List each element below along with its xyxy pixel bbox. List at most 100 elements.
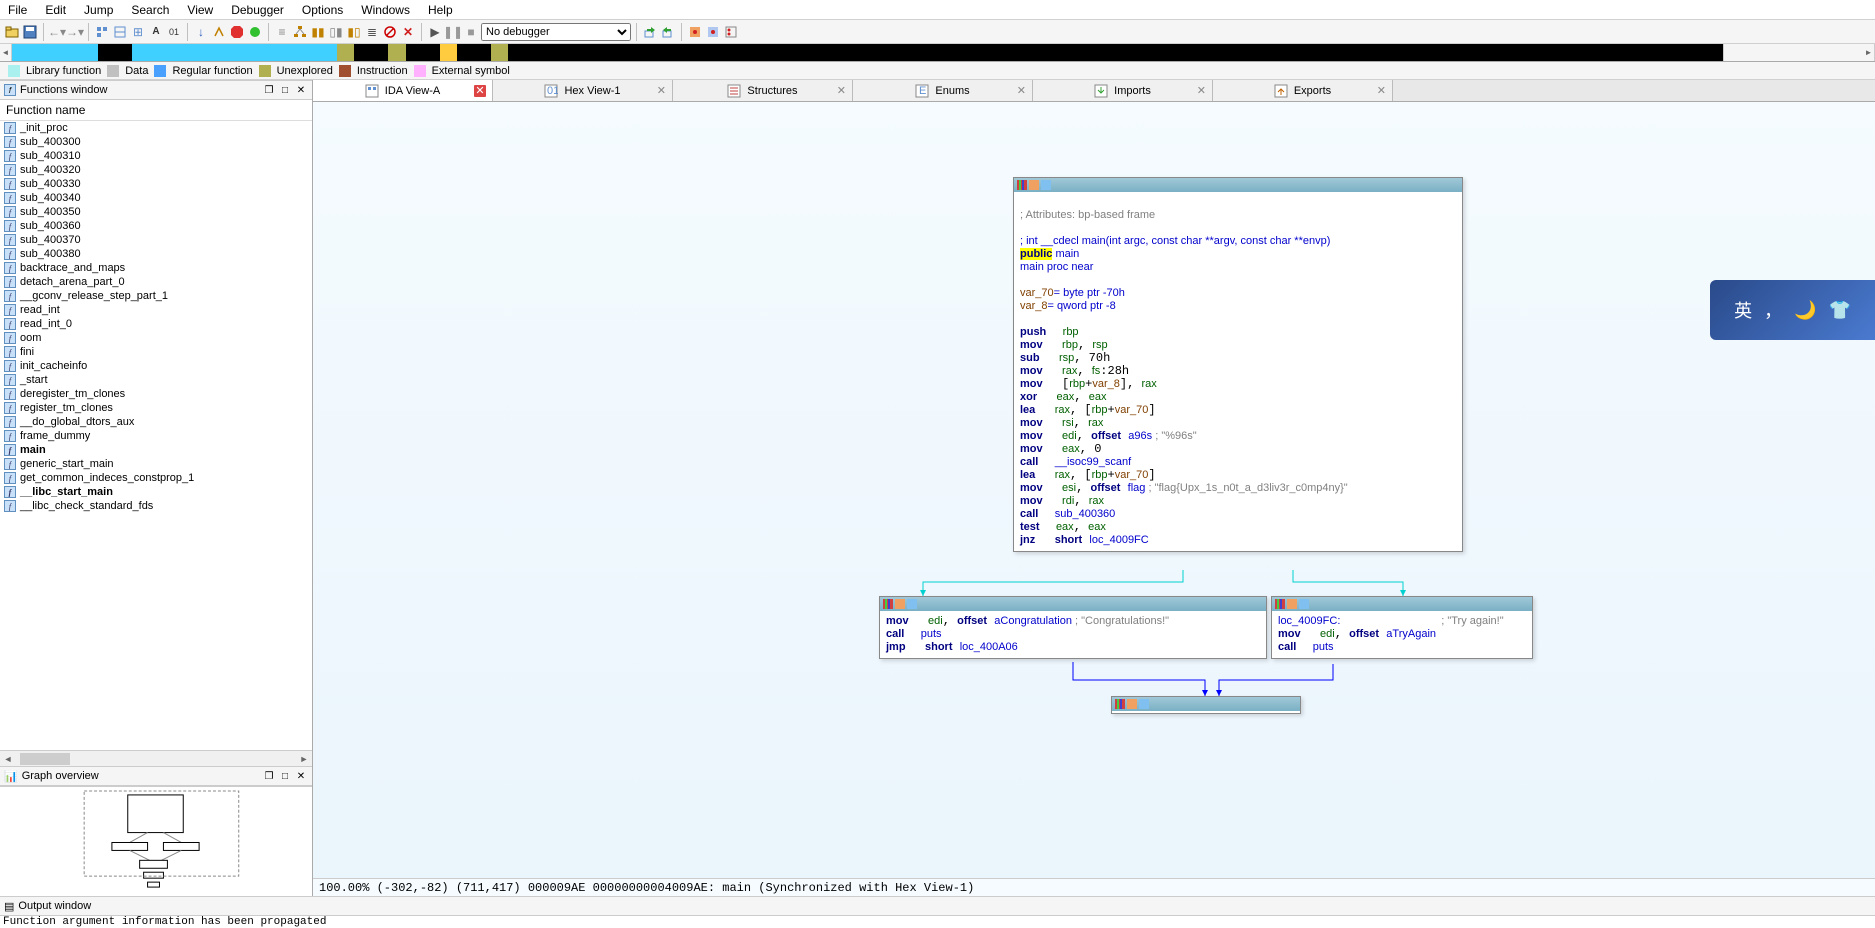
text-mode-icon[interactable]: ≡: [274, 24, 290, 40]
function-item[interactable]: fsub_400330: [0, 177, 312, 191]
restore-icon[interactable]: ❐: [262, 83, 276, 97]
bars-icon[interactable]: ▮▮: [310, 24, 326, 40]
close-icon[interactable]: ✕: [294, 83, 308, 97]
function-item[interactable]: finit_cacheinfo: [0, 359, 312, 373]
bars-icon[interactable]: ▮▯: [346, 24, 362, 40]
fwd-icon[interactable]: →▾: [67, 24, 83, 40]
function-item[interactable]: f__libc_start_main: [0, 485, 312, 499]
graph-node-main[interactable]: ; Attributes: bp-based frame ; int __cde…: [1013, 177, 1463, 552]
function-item[interactable]: f_init_proc: [0, 121, 312, 135]
menu-view[interactable]: View: [187, 3, 213, 17]
function-item[interactable]: fsub_400380: [0, 247, 312, 261]
search-bin-icon[interactable]: 01: [166, 24, 182, 40]
function-item[interactable]: fsub_400310: [0, 149, 312, 163]
tool-icon[interactable]: ⊞: [130, 24, 146, 40]
menu-jump[interactable]: Jump: [84, 3, 113, 17]
bp-icon[interactable]: [687, 24, 703, 40]
graph-overview[interactable]: [0, 786, 312, 896]
tab-close-icon[interactable]: ✕: [1377, 84, 1386, 97]
function-item[interactable]: f__gconv_release_step_part_1: [0, 289, 312, 303]
tool-icon[interactable]: [112, 24, 128, 40]
moon-icon[interactable]: 🌙: [1794, 300, 1816, 321]
menu-help[interactable]: Help: [428, 3, 453, 17]
function-item[interactable]: f__libc_check_standard_fds: [0, 499, 312, 513]
tab-ida-view-a[interactable]: IDA View-A✕: [313, 80, 493, 101]
tab-close-icon[interactable]: ✕: [1017, 84, 1026, 97]
cross-icon[interactable]: ✕: [400, 24, 416, 40]
lines-icon[interactable]: ≣: [364, 24, 380, 40]
function-item[interactable]: fgeneric_start_main: [0, 457, 312, 471]
tab-close-icon[interactable]: ✕: [837, 84, 846, 97]
tab-exports[interactable]: Exports✕: [1213, 80, 1393, 101]
save-icon[interactable]: [22, 24, 38, 40]
function-item[interactable]: fsub_400300: [0, 135, 312, 149]
maximize-icon[interactable]: □: [278, 769, 292, 783]
function-item[interactable]: fread_int: [0, 303, 312, 317]
function-item[interactable]: fsub_400350: [0, 205, 312, 219]
function-item[interactable]: fderegister_tm_clones: [0, 387, 312, 401]
function-item[interactable]: fsub_400370: [0, 233, 312, 247]
menu-search[interactable]: Search: [131, 3, 169, 17]
go-icon[interactable]: [247, 24, 263, 40]
function-item[interactable]: fdetach_arena_part_0: [0, 275, 312, 289]
bp-cfg-icon[interactable]: [705, 24, 721, 40]
tab-close-icon[interactable]: ✕: [1197, 84, 1206, 97]
function-item[interactable]: ffini: [0, 345, 312, 359]
step-icon[interactable]: [642, 24, 658, 40]
function-item[interactable]: fget_common_indeces_constprop_1: [0, 471, 312, 485]
stop-icon[interactable]: [229, 24, 245, 40]
menu-edit[interactable]: Edit: [45, 3, 66, 17]
function-item[interactable]: fbacktrace_and_maps: [0, 261, 312, 275]
function-item[interactable]: f__do_global_dtors_aux: [0, 415, 312, 429]
function-item[interactable]: foom: [0, 331, 312, 345]
graph-node-right[interactable]: loc_4009FC: ; "Try again!" mov edi, offs…: [1271, 596, 1533, 659]
nav-right-icon[interactable]: ►: [1863, 44, 1875, 61]
close-icon[interactable]: ✕: [294, 769, 308, 783]
down-icon[interactable]: ↓: [193, 24, 209, 40]
back-icon[interactable]: ←▾: [49, 24, 65, 40]
maximize-icon[interactable]: □: [278, 83, 292, 97]
xref-icon[interactable]: [211, 24, 227, 40]
tab-hex-view-1[interactable]: 01Hex View-1✕: [493, 80, 673, 101]
search-text-icon[interactable]: A: [148, 24, 164, 40]
noop-icon[interactable]: [382, 24, 398, 40]
graph-node-bottom[interactable]: [1111, 696, 1301, 714]
function-list[interactable]: f_init_procfsub_400300fsub_400310fsub_40…: [0, 121, 312, 750]
function-item[interactable]: f_start: [0, 373, 312, 387]
hscrollbar[interactable]: ◄►: [0, 750, 312, 766]
ime-widget[interactable]: 英 ， 🌙 👕: [1710, 280, 1875, 340]
nav-strip[interactable]: ◄ ►: [0, 44, 1875, 62]
function-item[interactable]: fsub_400360: [0, 219, 312, 233]
tab-structures[interactable]: Structures✕: [673, 80, 853, 101]
function-item[interactable]: fread_int_0: [0, 317, 312, 331]
menu-options[interactable]: Options: [302, 3, 343, 17]
pause-icon[interactable]: ❚❚: [445, 24, 461, 40]
debugger-select[interactable]: No debugger: [481, 23, 631, 41]
menu-windows[interactable]: Windows: [361, 3, 410, 17]
tool-icon[interactable]: [94, 24, 110, 40]
graph-node-left[interactable]: mov edi, offset aCongratulation ; "Congr…: [879, 596, 1267, 659]
step-icon[interactable]: [660, 24, 676, 40]
shirt-icon[interactable]: 👕: [1829, 300, 1851, 321]
function-item[interactable]: fframe_dummy: [0, 429, 312, 443]
column-header[interactable]: Function name: [0, 100, 312, 121]
function-item[interactable]: fsub_400340: [0, 191, 312, 205]
menu-debugger[interactable]: Debugger: [231, 3, 284, 17]
function-item[interactable]: fsub_400320: [0, 163, 312, 177]
nav-left-icon[interactable]: ◄: [0, 44, 12, 61]
tab-close-icon[interactable]: ✕: [657, 84, 666, 97]
graph-view[interactable]: ; Attributes: bp-based frame ; int __cde…: [313, 102, 1875, 878]
play-icon[interactable]: ▶: [427, 24, 443, 40]
function-item[interactable]: fregister_tm_clones: [0, 401, 312, 415]
menu-file[interactable]: File: [8, 3, 27, 17]
bars-icon[interactable]: ▯▮: [328, 24, 344, 40]
tab-close-icon[interactable]: ✕: [474, 85, 486, 97]
restore-icon[interactable]: ❐: [262, 769, 276, 783]
tab-imports[interactable]: Imports✕: [1033, 80, 1213, 101]
tab-enums[interactable]: EEnums✕: [853, 80, 1033, 101]
ime-comma-icon[interactable]: ，: [1764, 297, 1782, 323]
stop-icon[interactable]: ■: [463, 24, 479, 40]
open-icon[interactable]: [4, 24, 20, 40]
cfg-icon[interactable]: [292, 24, 308, 40]
bp-list-icon[interactable]: [723, 24, 739, 40]
